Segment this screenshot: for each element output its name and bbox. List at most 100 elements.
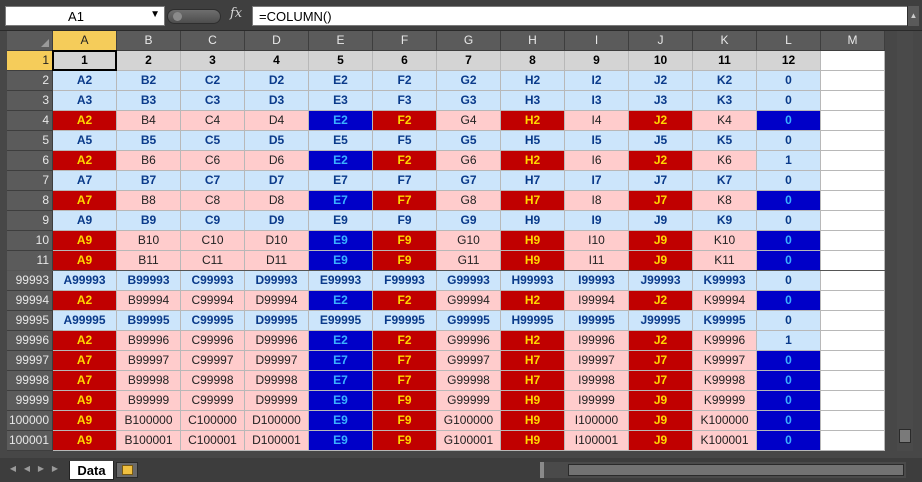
insert-sheet-button[interactable]	[116, 462, 138, 478]
grid-cell[interactable]: D10	[245, 231, 309, 251]
grid-cell[interactable]: J99993	[629, 271, 693, 291]
grid-cell[interactable]: A99995	[53, 311, 117, 331]
grid-cell[interactable]: K100000	[693, 411, 757, 431]
grid-cell[interactable]: J7	[629, 351, 693, 371]
expand-formula-bar-icon[interactable]: ▲	[907, 6, 919, 26]
row-header-99995[interactable]: 99995	[7, 311, 53, 331]
name-box-resize-icon[interactable]	[167, 9, 221, 24]
grid-cell[interactable]: I11	[565, 251, 629, 271]
grid-cell[interactable]: 0	[757, 351, 821, 371]
grid-cell[interactable]: K4	[693, 111, 757, 131]
grid-cell[interactable]: D99997	[245, 351, 309, 371]
horizontal-scroll-thumb[interactable]	[568, 464, 904, 476]
grid-cell[interactable]: F7	[373, 351, 437, 371]
grid-cell[interactable]: I100000	[565, 411, 629, 431]
grid-cell[interactable]: 0	[757, 71, 821, 91]
grid-cell[interactable]: D99995	[245, 311, 309, 331]
grid-cell[interactable]: J2	[629, 151, 693, 171]
insert-function-icon[interactable]: fx	[230, 6, 248, 26]
grid-cell[interactable]: J9	[629, 211, 693, 231]
grid-cell[interactable]: F9	[373, 391, 437, 411]
grid-cell[interactable]: K99998	[693, 371, 757, 391]
grid-cell[interactable]: C99998	[181, 371, 245, 391]
grid-cell[interactable]: B99998	[117, 371, 181, 391]
grid-cell[interactable]: H7	[501, 351, 565, 371]
grid-cell[interactable]: I99996	[565, 331, 629, 351]
column-header-b[interactable]: B	[117, 31, 181, 51]
grid-cell[interactable]: D8	[245, 191, 309, 211]
grid-cell[interactable]: F9	[373, 231, 437, 251]
grid-cell-empty[interactable]	[821, 91, 885, 111]
grid-cell[interactable]: F9	[373, 211, 437, 231]
grid-cell[interactable]: E2	[309, 331, 373, 351]
grid-cell[interactable]: F2	[373, 111, 437, 131]
grid-cell[interactable]: B99995	[117, 311, 181, 331]
horizontal-scrollbar[interactable]	[540, 462, 906, 478]
row-header-9[interactable]: 9	[7, 211, 53, 231]
grid-cell[interactable]: D7	[245, 171, 309, 191]
row-header-99996[interactable]: 99996	[7, 331, 53, 351]
grid-cell[interactable]: D99998	[245, 371, 309, 391]
grid-cell[interactable]: 0	[757, 371, 821, 391]
grid-cell[interactable]: D4	[245, 111, 309, 131]
grid-cell[interactable]: E7	[309, 191, 373, 211]
grid-cell[interactable]: 0	[757, 191, 821, 211]
grid-cell[interactable]: I10	[565, 231, 629, 251]
grid-cell[interactable]: F99995	[373, 311, 437, 331]
row-header-1[interactable]: 1	[7, 51, 53, 71]
column-header-e[interactable]: E	[309, 31, 373, 51]
grid-cell[interactable]: 0	[757, 391, 821, 411]
row-header-11[interactable]: 11	[7, 251, 53, 271]
row-header-3[interactable]: 3	[7, 91, 53, 111]
grid-cell[interactable]: D99993	[245, 271, 309, 291]
grid-cell[interactable]: H99995	[501, 311, 565, 331]
grid-cell[interactable]: F3	[373, 91, 437, 111]
grid-cell[interactable]: J99995	[629, 311, 693, 331]
grid-cell[interactable]: H2	[501, 331, 565, 351]
grid-cell[interactable]: E9	[309, 391, 373, 411]
grid-cell[interactable]: B99994	[117, 291, 181, 311]
grid-cell[interactable]: C99997	[181, 351, 245, 371]
grid-cell[interactable]: 1	[757, 151, 821, 171]
grid-cell[interactable]: F7	[373, 371, 437, 391]
grid-cell[interactable]: H9	[501, 211, 565, 231]
grid-cell[interactable]: A2	[53, 331, 117, 351]
grid-cell[interactable]: B6	[117, 151, 181, 171]
grid-cell[interactable]: 0	[757, 231, 821, 251]
grid-cell[interactable]: 0	[757, 111, 821, 131]
row-header-100001[interactable]: 100001	[7, 431, 53, 451]
grid-cell[interactable]: B5	[117, 131, 181, 151]
grid-cell[interactable]: G2	[437, 71, 501, 91]
grid-cell[interactable]: D6	[245, 151, 309, 171]
grid-cell[interactable]: F9	[373, 411, 437, 431]
grid-cell[interactable]: H7	[501, 191, 565, 211]
column-header-k[interactable]: K	[693, 31, 757, 51]
vertical-scroll-thumb[interactable]	[899, 429, 911, 443]
grid-cell[interactable]: K11	[693, 251, 757, 271]
grid-cell[interactable]: K99993	[693, 271, 757, 291]
grid-cell[interactable]: D2	[245, 71, 309, 91]
grid-cell[interactable]: E99995	[309, 311, 373, 331]
grid-cell[interactable]: A2	[53, 111, 117, 131]
grid-cell[interactable]: K3	[693, 91, 757, 111]
grid-cell[interactable]: 0	[757, 131, 821, 151]
grid-cell[interactable]: C99995	[181, 311, 245, 331]
grid-cell-empty[interactable]	[821, 391, 885, 411]
grid-cell[interactable]: G99998	[437, 371, 501, 391]
grid-cell[interactable]: I7	[565, 171, 629, 191]
grid-cell-empty[interactable]	[821, 151, 885, 171]
grid-cell[interactable]: E9	[309, 211, 373, 231]
grid-cell[interactable]: D100000	[245, 411, 309, 431]
grid-cell[interactable]: H2	[501, 151, 565, 171]
grid-cell[interactable]: G11	[437, 251, 501, 271]
grid-cell[interactable]: C5	[181, 131, 245, 151]
grid-cell[interactable]: H3	[501, 91, 565, 111]
column-header-f[interactable]: F	[373, 31, 437, 51]
grid-cell-empty[interactable]	[821, 191, 885, 211]
grid-cell[interactable]: K99994	[693, 291, 757, 311]
grid-cell[interactable]: B100000	[117, 411, 181, 431]
grid-cell[interactable]: A9	[53, 391, 117, 411]
prev-sheet-icon[interactable]: ◀	[22, 464, 32, 476]
select-all-button[interactable]	[7, 31, 53, 51]
grid-cell[interactable]: C4	[181, 111, 245, 131]
